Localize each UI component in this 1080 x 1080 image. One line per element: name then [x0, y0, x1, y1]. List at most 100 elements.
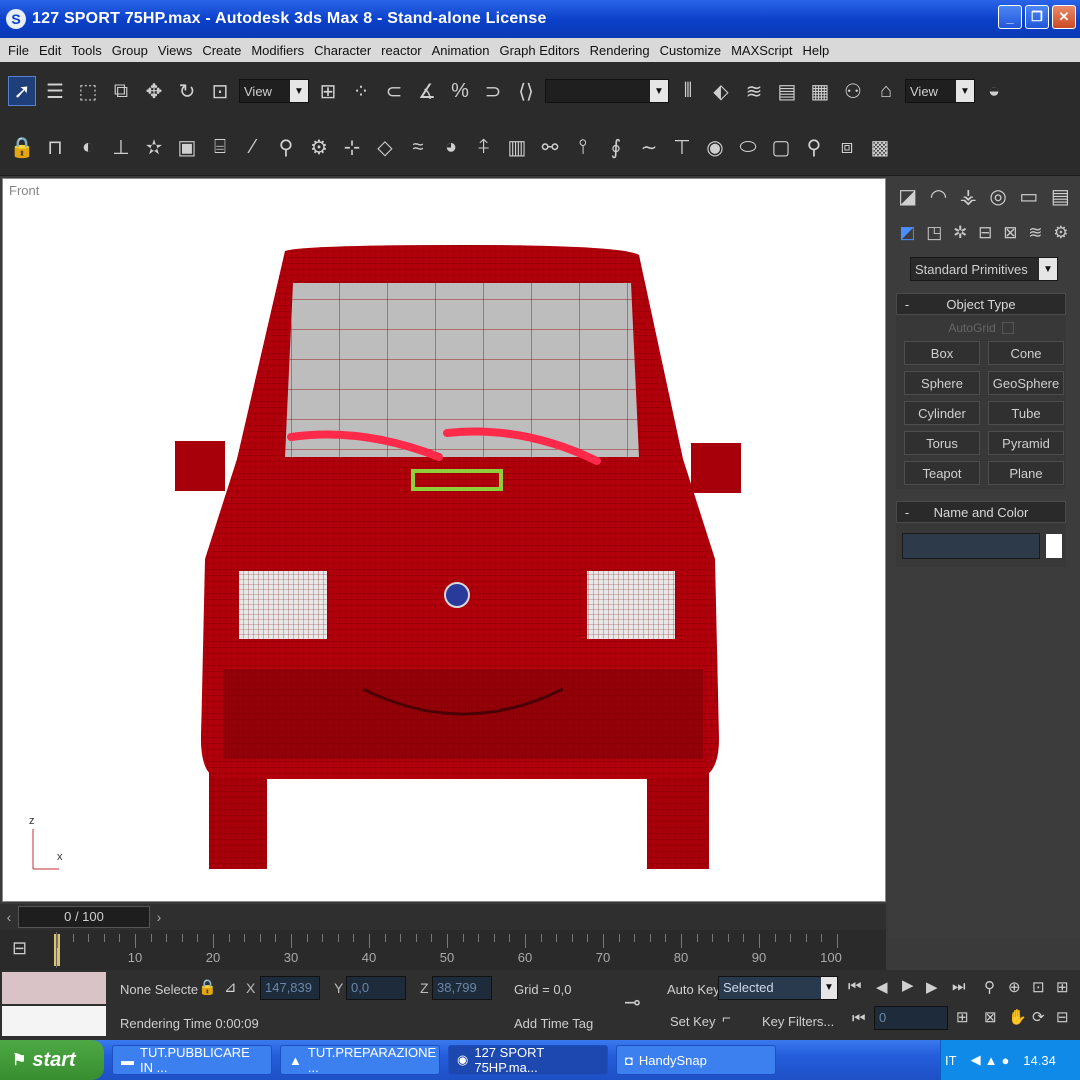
zoom-icon[interactable]: ⚲: [984, 978, 995, 996]
maxscript-mini-listener[interactable]: [2, 972, 106, 1036]
taskbar-item[interactable]: ▬ TUT.PUBBLICARE IN ...: [112, 1045, 272, 1075]
volume-icon[interactable]: ◀: [971, 1052, 981, 1068]
object-name-field[interactable]: [902, 533, 1040, 559]
next-frame-icon[interactable]: ▶: [926, 978, 938, 996]
wrench-icon[interactable]: ⚲: [272, 133, 300, 163]
3dsmax-app-icon[interactable]: S: [6, 9, 26, 29]
close-button[interactable]: ✕: [1052, 5, 1076, 29]
about-icon[interactable]: ▩: [866, 133, 894, 163]
trash-icon[interactable]: ⊓: [41, 133, 69, 163]
material-editor-icon[interactable]: ⚇: [839, 76, 867, 106]
menu-animation[interactable]: Animation: [428, 43, 496, 58]
name-color-header[interactable]: - Name and Color: [896, 501, 1066, 523]
time-slider-next[interactable]: ›: [150, 909, 168, 925]
reference-coordinate-dropdown[interactable]: View ▼: [239, 79, 309, 103]
maximize-button[interactable]: ❐: [1025, 5, 1049, 29]
plane-button[interactable]: Plane: [988, 461, 1064, 485]
torus-button[interactable]: Torus: [904, 431, 980, 455]
percent-snap-icon[interactable]: %: [446, 76, 474, 106]
minimize-button[interactable]: _: [998, 5, 1022, 29]
track-bar[interactable]: ⊟ 10 20 30 40 50 60 70 80 90 100: [0, 930, 886, 970]
select-rotate-icon[interactable]: ↻: [173, 76, 201, 106]
cone-button[interactable]: Cone: [988, 341, 1064, 365]
menu-reactor[interactable]: reactor: [377, 43, 427, 58]
start-button[interactable]: ⚑ start: [0, 1040, 104, 1080]
geosphere-button[interactable]: GeoSphere: [988, 371, 1064, 395]
taskbar-item[interactable]: ◉ 127 SPORT 75HP.ma...: [448, 1045, 608, 1075]
selection-lock-icon[interactable]: 🔒: [198, 978, 217, 996]
taskbar-item[interactable]: ▲ TUT.PREPARAZIONE ...: [280, 1045, 440, 1075]
zoom-all-icon[interactable]: ⊕: [1008, 978, 1021, 996]
motion-tab-icon[interactable]: ◎: [989, 184, 1006, 209]
sphere-icon[interactable]: ◐: [74, 133, 102, 163]
y-coordinate-field[interactable]: 0,0: [346, 976, 406, 1000]
utilities-tab-icon[interactable]: ▤: [1051, 184, 1070, 209]
vlc-icon[interactable]: ▲: [985, 1053, 998, 1068]
maximize-viewport-icon[interactable]: ⊟: [1056, 1008, 1069, 1026]
language-indicator[interactable]: IT: [945, 1053, 957, 1068]
angle-snap-icon[interactable]: ∡: [413, 76, 441, 106]
taskbar-item[interactable]: ◘ HandySnap: [616, 1045, 776, 1075]
pyramid-button[interactable]: Pyramid: [988, 431, 1064, 455]
add-time-tag-button[interactable]: Add Time Tag: [514, 1016, 593, 1031]
rectangular-selection-icon[interactable]: ⬚: [74, 76, 102, 106]
antivirus-icon[interactable]: ●: [1001, 1053, 1009, 1068]
pivot-icon[interactable]: ⊥: [107, 133, 135, 163]
export-icon[interactable]: ⧈: [833, 133, 861, 163]
previous-frame-icon[interactable]: ◀: [876, 978, 888, 996]
zoom-extents-icon[interactable]: ⊡: [1032, 978, 1045, 996]
pan-icon[interactable]: ✋: [1008, 1008, 1027, 1026]
wind-icon[interactable]: ⊤: [668, 133, 696, 163]
front-viewport[interactable]: Front z x: [2, 178, 886, 902]
cylinder-icon[interactable]: ⌸: [206, 133, 234, 163]
menu-character[interactable]: Character: [310, 43, 377, 58]
space-warps-icon[interactable]: ≋: [1028, 223, 1042, 243]
menu-maxscript[interactable]: MAXScript: [727, 43, 798, 58]
motor-icon[interactable]: ◉: [701, 133, 729, 163]
menu-tools[interactable]: Tools: [67, 43, 107, 58]
menu-modifiers[interactable]: Modifiers: [247, 43, 310, 58]
menu-create[interactable]: Create: [198, 43, 247, 58]
key-mode-dropdown[interactable]: Selected ▼: [718, 976, 838, 1000]
geometry-icon[interactable]: ◩: [899, 223, 915, 243]
pivot-center-icon[interactable]: ⊞: [314, 76, 342, 106]
spring-icon[interactable]: ∮: [602, 133, 630, 163]
time-slider-prev[interactable]: ‹: [0, 909, 18, 925]
display-tab-icon[interactable]: ▭: [1019, 184, 1038, 209]
object-color-swatch[interactable]: [1046, 534, 1062, 558]
open-mini-curve-editor-icon[interactable]: ⊟: [12, 938, 27, 959]
layer-manager-icon[interactable]: ≋: [740, 76, 768, 106]
mirror-icon[interactable]: ⫴: [674, 76, 702, 106]
menu-graph-editors[interactable]: Graph Editors: [495, 43, 585, 58]
shapes-icon[interactable]: ◳: [926, 223, 942, 243]
create-tab-icon[interactable]: ◪: [898, 184, 917, 209]
current-frame-field[interactable]: 0: [874, 1006, 948, 1030]
snap-toggle-icon[interactable]: ⊂: [380, 76, 408, 106]
hinge-icon[interactable]: ⫯: [569, 133, 597, 163]
autogrid-checkbox[interactable]: [1001, 322, 1014, 334]
set-key-button[interactable]: Set Key: [670, 1014, 716, 1029]
z-coordinate-field[interactable]: 38,799: [432, 976, 492, 1000]
cloth-icon[interactable]: ▥: [503, 133, 531, 163]
plane-icon[interactable]: ◇: [371, 133, 399, 163]
x-coordinate-field[interactable]: 147,839: [260, 976, 320, 1000]
spinner-snap-icon[interactable]: ⊃: [479, 76, 507, 106]
teapot-button[interactable]: Teapot: [904, 461, 980, 485]
set-key-icon[interactable]: ⌐: [722, 1010, 731, 1027]
modify-tab-icon[interactable]: ◠: [930, 184, 947, 209]
key-icon[interactable]: ⊸: [624, 990, 641, 1015]
time-slider-thumb[interactable]: 0 / 100: [18, 906, 150, 928]
dashpot-icon[interactable]: ∼: [635, 133, 663, 163]
sphere-button[interactable]: Sphere: [904, 371, 980, 395]
figure-icon[interactable]: ⍏: [470, 133, 498, 163]
render-type-dropdown[interactable]: View ▼: [905, 79, 975, 103]
systems-icon[interactable]: ⚙: [1053, 223, 1068, 243]
bone-icon[interactable]: ⁄: [239, 133, 267, 163]
select-manipulate-icon[interactable]: ⁘: [347, 76, 375, 106]
play-icon[interactable]: ▶: [902, 976, 914, 994]
schematic-view-icon[interactable]: ▦: [806, 76, 834, 106]
cylinder-button[interactable]: Cylinder: [904, 401, 980, 425]
select-object-icon[interactable]: ➚: [8, 76, 36, 106]
menu-help[interactable]: Help: [798, 43, 835, 58]
hierarchy-tab-icon[interactable]: ⚶: [960, 184, 977, 209]
